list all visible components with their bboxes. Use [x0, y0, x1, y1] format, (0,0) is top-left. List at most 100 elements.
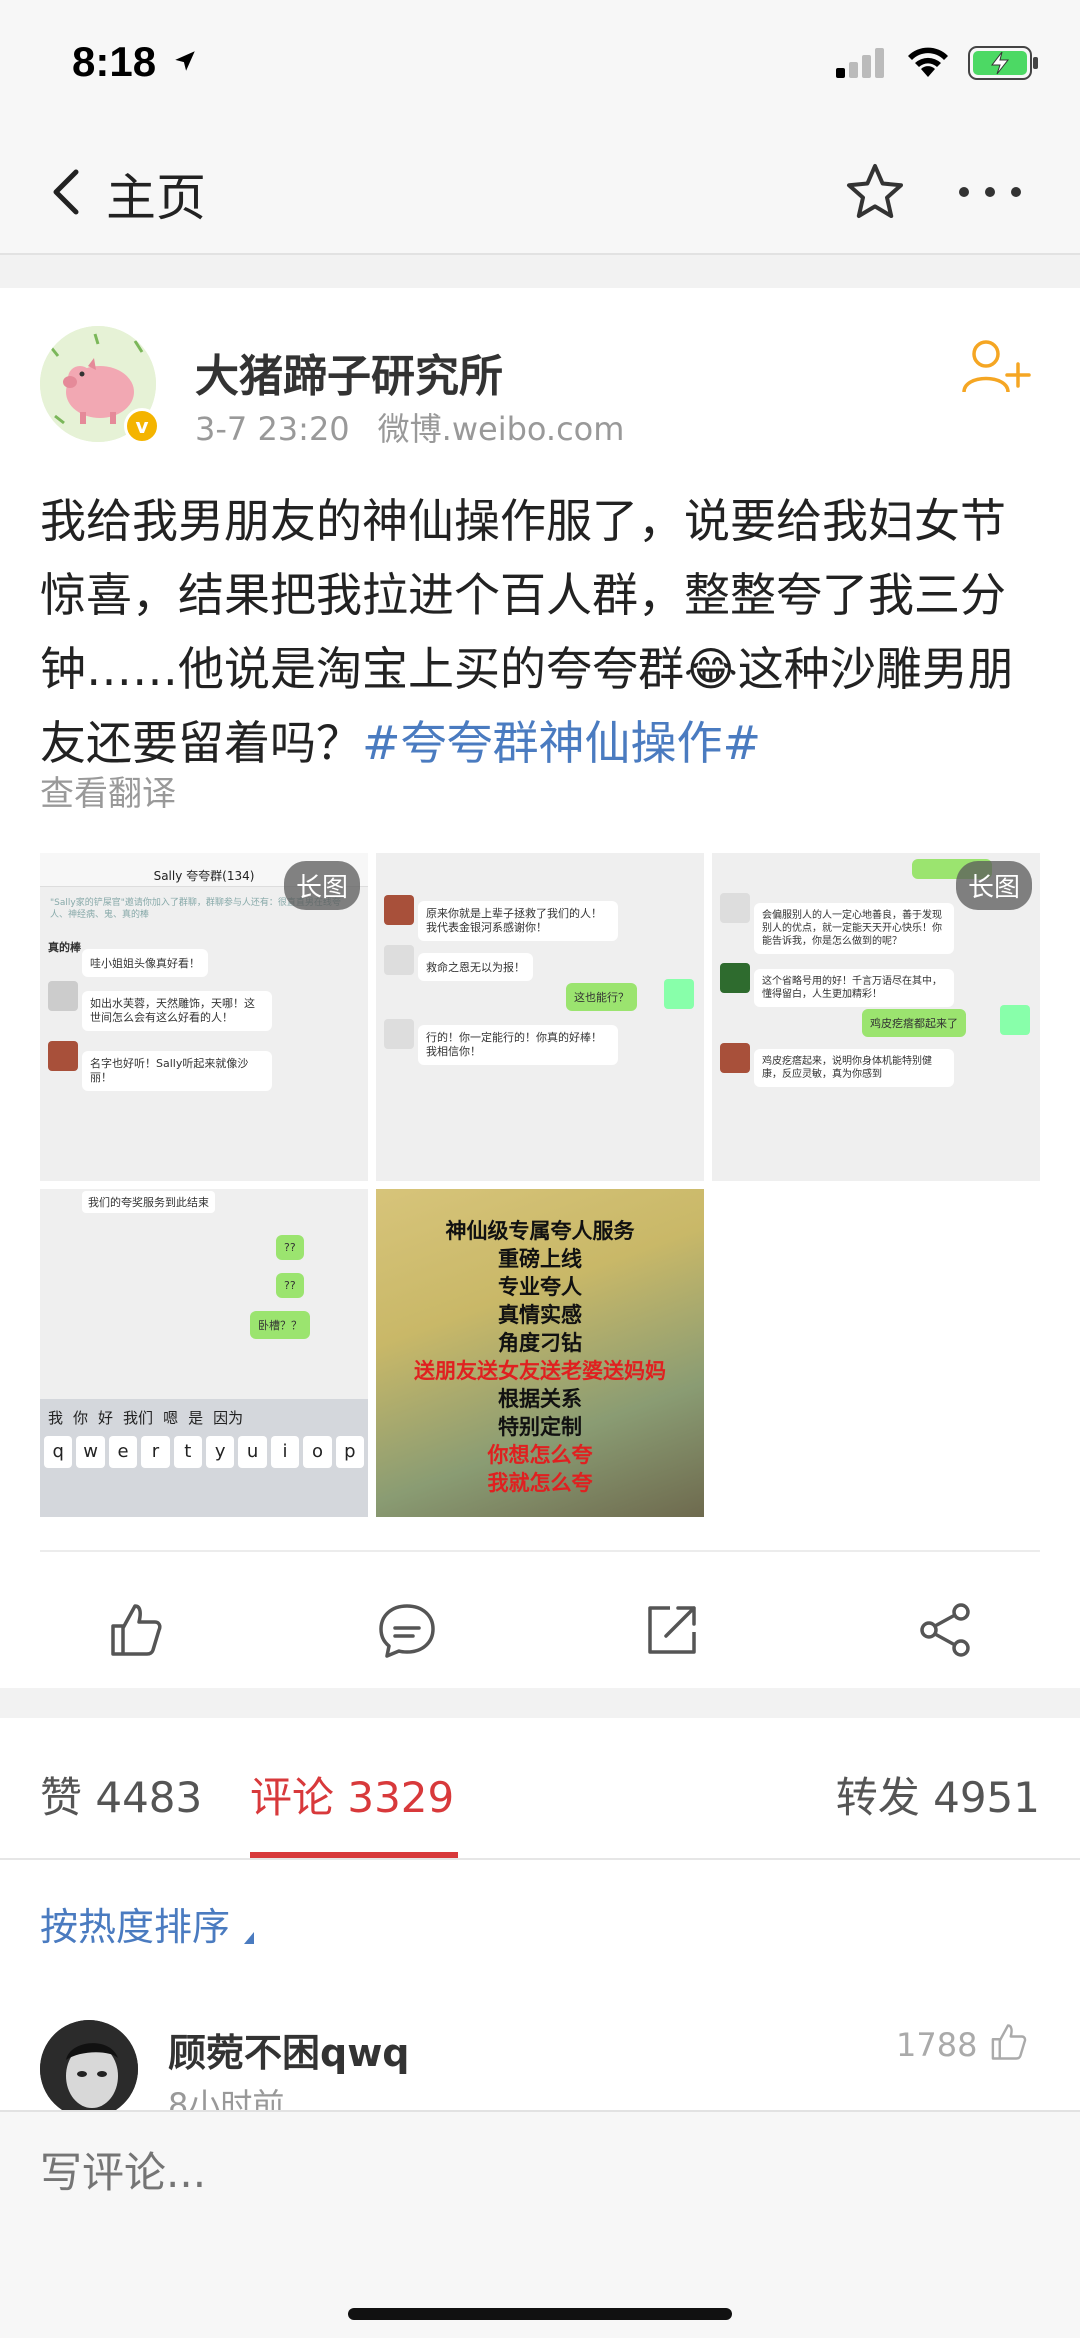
chat-bubble: 哇小姐姐头像真好看！: [82, 949, 208, 977]
poster-line: 真情实感: [498, 1303, 582, 1327]
sort-triangle-icon: [244, 1932, 254, 1944]
chat-bubble-self: 这也能行？: [566, 983, 637, 1011]
favorite-star-icon[interactable]: [843, 160, 907, 224]
keyboard-suggestion: 好: [98, 1409, 114, 1427]
chat-avatar: [384, 1019, 414, 1049]
divider: [40, 1550, 1040, 1552]
keyboard-suggestion: 我: [48, 1409, 64, 1427]
chat-avatar: [1000, 1005, 1030, 1035]
weibo-post: v 大猪蹄子研究所 3-7 23:20 微博.weibo.com 我给我男朋友的神…: [0, 288, 1080, 1688]
keyboard-suggestion: 嗯: [163, 1409, 179, 1427]
chat-bubble: 名字也好听！Sally听起来就像沙丽！: [82, 1051, 272, 1091]
follow-user-icon[interactable]: [960, 336, 1032, 396]
chat-bubble: 行的！你一定能行的！你真的好棒！我相信你！: [418, 1025, 618, 1065]
post-image-4[interactable]: 我们的夸奖服务到此结束 ?? ?? 卧槽？？ 我你好我们嗯是因为 qwertyu…: [40, 1189, 368, 1517]
status-bar: 8:18: [0, 0, 1080, 130]
keyboard-key: y: [206, 1436, 235, 1468]
poster-line: 你想怎么夸: [487, 1443, 593, 1467]
commenter-avatar[interactable]: [40, 2020, 138, 2110]
sender-name: 真的棒: [48, 941, 81, 954]
keyboard-key: q: [44, 1436, 73, 1468]
post-source: 微博.weibo.com: [377, 410, 625, 448]
cellular-signal-icon: [836, 48, 884, 78]
face-avatar-icon: [40, 2020, 138, 2110]
chat-avatar: [48, 981, 78, 1011]
back-label[interactable]: 主页: [106, 158, 206, 230]
poster-line: 我就怎么夸: [487, 1471, 593, 1495]
chat-bubble: 救命之恩无以为报！: [418, 953, 533, 981]
active-tab-indicator: [250, 1852, 458, 1858]
keyboard-key: t: [173, 1436, 203, 1468]
chat-bubble: 这个省略号用的好！千言万语尽在其中，懂得留白，人生更加精彩！: [754, 969, 954, 1007]
keyboard-suggestion: 我们: [123, 1409, 154, 1427]
chat-avatar: [48, 1041, 78, 1071]
battery-icon: [968, 46, 1038, 80]
tab-reposts[interactable]: 转发 4951: [836, 1764, 1040, 1825]
chat-avatar: [720, 893, 750, 923]
poster-line: 送朋友送女友送老婆送妈妈: [414, 1359, 666, 1383]
share-icon[interactable]: [913, 1598, 977, 1662]
comment-like-count: 1788: [896, 2026, 978, 2064]
tab-likes[interactable]: 赞 4483: [40, 1764, 202, 1825]
interaction-tabs: 赞 4483 评论 3329 转发 4951: [0, 1718, 1080, 1860]
post-meta: 3-7 23:20 微博.weibo.com: [195, 404, 624, 450]
comment-composer: [0, 2110, 1080, 2338]
comment-icon[interactable]: [375, 1598, 439, 1662]
poster-text: 神仙级专属夸人服务 重磅上线 专业夸人 真情实感 角度刁钻 送朋友送女友送老婆送妈妈 根据关…: [376, 1189, 704, 1497]
hashtag-link[interactable]: #夸夸群神仙操作#: [362, 716, 761, 770]
keyboard-key: o: [303, 1436, 332, 1468]
post-image-2[interactable]: 原来你就是上辈子拯救了我们的人！我代表金银河系感谢你！ 救命之恩无以为报！ 这也…: [376, 853, 704, 1181]
post-image-5[interactable]: 神仙级专属夸人服务 重磅上线 专业夸人 真情实感 角度刁钻 送朋友送女友送老婆送妈妈 根据关…: [376, 1189, 704, 1517]
comment-item: 顾菀不困qwq 8小时前 1788: [0, 2000, 1080, 2110]
translate-link[interactable]: 查看翻译: [40, 766, 176, 815]
chat-bubble: 鸡皮疙瘩起来，说明你身体机能特别健康，反应灵敏，真为你感到: [754, 1049, 954, 1087]
commenter-name[interactable]: 顾菀不困qwq: [168, 2022, 410, 2077]
comment-input[interactable]: [40, 2148, 940, 2197]
chat-bubble: 如出水芙蓉，天然雕饰，天哪！这世间怎么会有这么好看的人！: [82, 991, 272, 1031]
verified-badge-icon: v: [124, 408, 160, 444]
post-image-3[interactable]: 会偏服别人的人一定心地善良，善于发现别人的优点，就一定能天天开心快乐！你能告诉我…: [712, 853, 1040, 1181]
keyboard-key: p: [335, 1436, 365, 1468]
keyboard-keys: qwertyuiop: [40, 1432, 368, 1472]
back-chevron-icon[interactable]: [40, 162, 100, 222]
chat-bubble: 会偏服别人的人一定心地善良，善于发现别人的优点，就一定能天天开心快乐！你能告诉我…: [754, 903, 954, 954]
comment-time: 8小时前: [168, 2086, 285, 2110]
keyboard-suggestion: 因为: [213, 1409, 244, 1427]
poster-line: 特别定制: [498, 1415, 582, 1439]
keyboard: 我你好我们嗯是因为 qwertyuiop: [40, 1399, 368, 1517]
image-grid: Sally 夸夸群(134) "Sally家的铲屎官"邀请你加入了群聊，群聊参与…: [40, 853, 1040, 1518]
post-image-1[interactable]: Sally 夸夸群(134) "Sally家的铲屎官"邀请你加入了群聊，群聊参与…: [40, 853, 368, 1181]
keyboard-suggestion: 是: [188, 1409, 204, 1427]
chat-avatar: [720, 1043, 750, 1073]
keyboard-key: i: [270, 1436, 300, 1468]
like-icon[interactable]: [103, 1598, 167, 1662]
keyboard-key: w: [76, 1436, 105, 1468]
sort-by-hot[interactable]: 按热度排序: [40, 1896, 230, 1951]
nav-bar: 主页: [0, 130, 1080, 255]
location-arrow-icon: [175, 51, 195, 71]
comment-like-icon[interactable]: [986, 2020, 1030, 2064]
tab-comments[interactable]: 评论 3329: [250, 1764, 454, 1825]
long-image-tag: 长图: [955, 861, 1032, 910]
keyboard-suggestion: 你: [73, 1409, 89, 1427]
poster-line: 根据关系: [498, 1387, 582, 1411]
post-time: 3-7 23:20: [195, 410, 350, 448]
chat-bubble-self: 卧槽？？: [250, 1311, 310, 1339]
sort-area: 按热度排序: [0, 1860, 1080, 2000]
repost-icon[interactable]: [640, 1598, 704, 1662]
poster-line: 角度刁钻: [498, 1331, 582, 1355]
poster-line: 专业夸人: [498, 1275, 582, 1299]
post-text: 我给我男朋友的神仙操作服了，说要给我妇女节惊喜，结果把我拉进个百人群，整整夸了我…: [40, 484, 1050, 780]
chat-bubble: 原来你就是上辈子拯救了我们的人！我代表金银河系感谢你！: [418, 901, 618, 941]
status-time: 8:18: [72, 38, 157, 85]
long-image-tag: 长图: [283, 861, 360, 910]
chat-bubble-self: ??: [276, 1273, 304, 1298]
post-actions: [0, 1588, 1080, 1678]
author-name[interactable]: 大猪蹄子研究所: [195, 340, 503, 404]
poster-line: 重磅上线: [498, 1247, 582, 1271]
more-options-icon[interactable]: [950, 160, 1030, 224]
wifi-icon: [908, 47, 948, 77]
chat-bubble-self: 鸡皮疙瘩都起来了: [862, 1009, 966, 1037]
keyboard-suggestions: 我你好我们嗯是因为: [40, 1399, 368, 1432]
chat-avatar: [384, 895, 414, 925]
